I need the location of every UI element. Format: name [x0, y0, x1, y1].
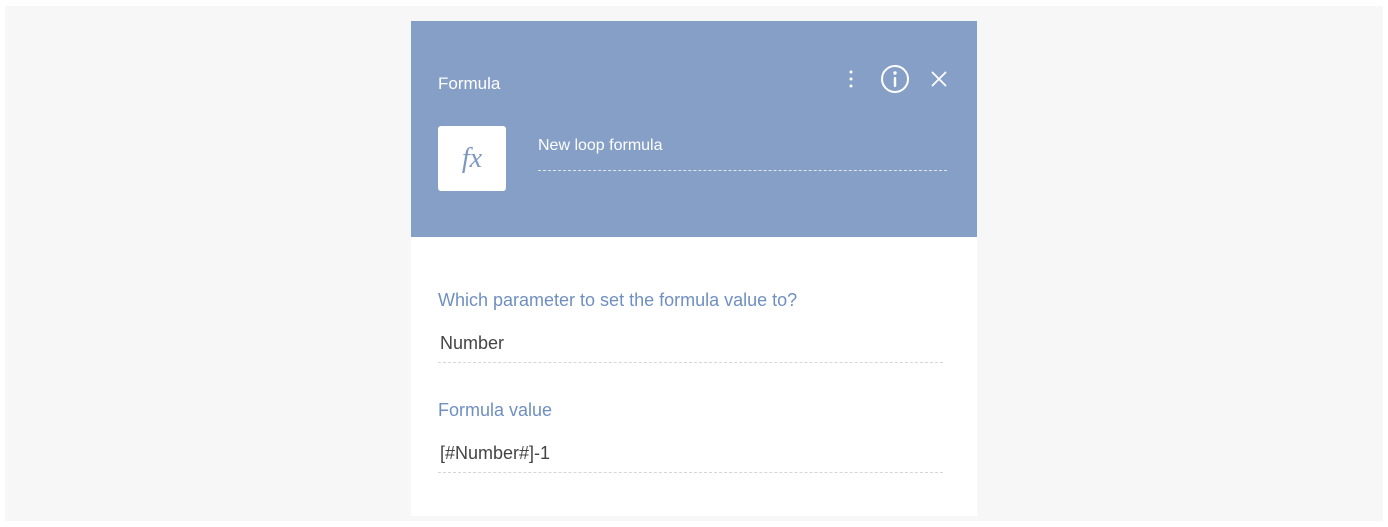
kebab-menu-icon — [849, 70, 853, 88]
formula-settings-panel: Formula fx New loop formula Which parame… — [411, 21, 977, 516]
close-button[interactable] — [929, 69, 949, 89]
parameter-field-input[interactable]: Number — [438, 325, 943, 363]
close-icon — [931, 71, 947, 87]
formula-value-label: Formula value — [438, 400, 553, 420]
header-actions — [845, 63, 949, 95]
formula-value-input[interactable]: [#Number#]-1 — [438, 435, 943, 473]
panel-header: Formula fx New loop formula — [411, 21, 977, 237]
info-button[interactable] — [879, 63, 911, 95]
panel-title: Formula — [438, 74, 501, 93]
parameter-field-label: Which parameter to set the formula value… — [438, 290, 798, 310]
formula-element-icon: fx — [438, 126, 506, 191]
element-name-field[interactable]: New loop formula — [538, 135, 947, 171]
info-icon — [881, 65, 909, 93]
more-options-button[interactable] — [845, 67, 857, 91]
